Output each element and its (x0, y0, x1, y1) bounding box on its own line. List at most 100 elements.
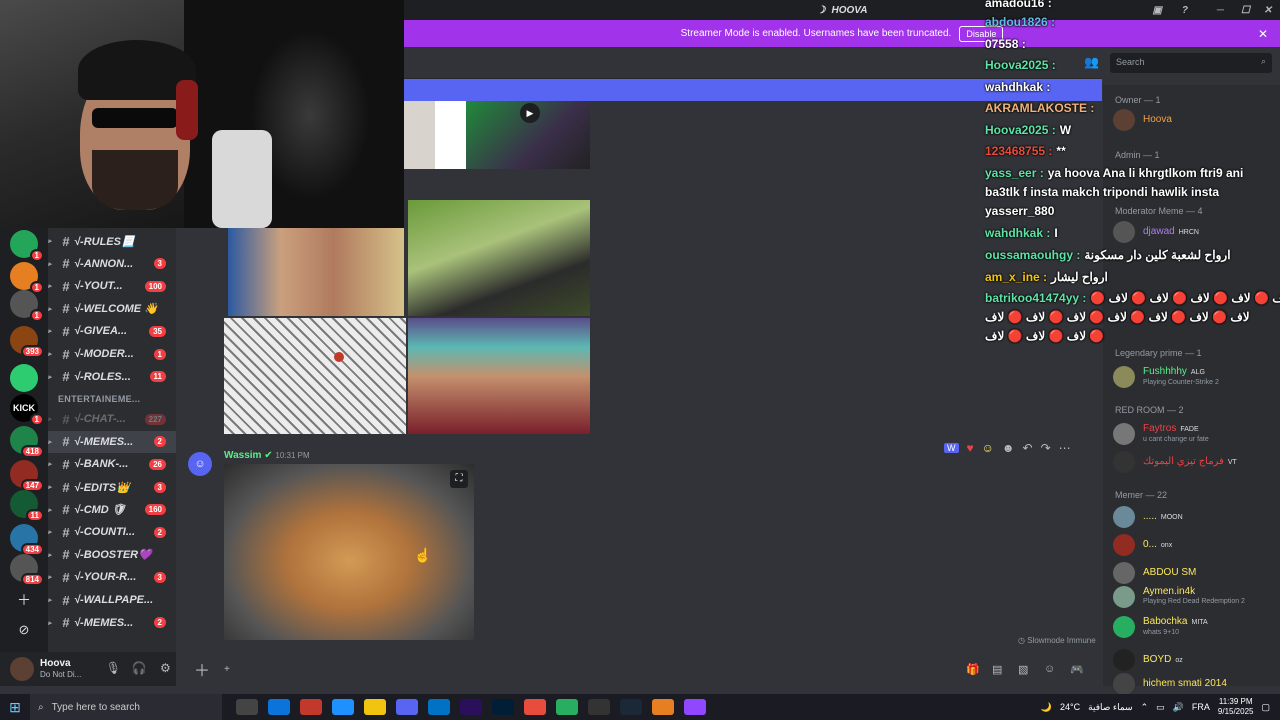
member-item[interactable]: فرماج تيزي اليموتك VT (1113, 450, 1278, 474)
maximize-button[interactable]: ☐ (1241, 5, 1250, 16)
network-icon[interactable]: ▭ (1156, 702, 1165, 713)
twitch-icon[interactable] (684, 699, 706, 715)
chevron-right-icon[interactable]: ▸ (48, 506, 58, 514)
attached-image-person[interactable] (408, 200, 590, 316)
attached-image-main[interactable]: ⛶ (224, 464, 474, 640)
user-name[interactable]: Hoova (40, 658, 81, 669)
channel-item[interactable]: ▸ # √-COUNTI... 2 (48, 521, 176, 543)
member-item[interactable]: Hoova (1113, 108, 1278, 132)
add-server-icon[interactable]: ＋ (14, 590, 34, 610)
channel-item[interactable]: ▸ # √-MODER... 1 (48, 343, 176, 365)
attached-image-top-right[interactable]: ▶ (466, 101, 590, 169)
steam-icon[interactable] (620, 699, 642, 715)
premiere-icon[interactable] (460, 699, 482, 715)
more-icon[interactable]: ⋯ (1059, 441, 1071, 455)
microphone-icon[interactable]: 🎙 (105, 661, 121, 677)
chevron-right-icon[interactable]: ▸ (48, 237, 58, 245)
discord-taskbar-icon[interactable] (396, 699, 418, 715)
taskbar-search[interactable]: ⌕ Type here to search (30, 694, 222, 720)
close-icon[interactable]: ✕ (1258, 27, 1268, 41)
gift-icon[interactable]: 🎁 (966, 663, 980, 676)
attached-image-face[interactable] (228, 228, 404, 316)
sticker-icon[interactable]: ▧ (1018, 663, 1028, 676)
server-icon[interactable]: KICK 1 (10, 394, 44, 426)
channel-item[interactable]: ▸ # √-CHAT-... 227 (48, 408, 176, 430)
chevron-right-icon[interactable]: ▸ (48, 373, 58, 381)
member-item[interactable]: ABDOU SM (1113, 561, 1278, 585)
channel-item[interactable]: ▸ # √-YOUT... 100 (48, 275, 176, 297)
chevron-right-icon[interactable]: ▸ (48, 460, 58, 468)
server-icon[interactable]: 11 (10, 490, 44, 522)
channel-item[interactable]: ▸ # √-EDITS👑 3 (48, 476, 176, 498)
tray-expand-icon[interactable]: ⌃ (1141, 702, 1149, 713)
chevron-right-icon[interactable]: ▸ (48, 528, 58, 536)
member-item[interactable]: Babochka MITA whats 9+10 (1113, 615, 1278, 639)
author-avatar[interactable]: ☺ (188, 452, 212, 476)
category-header[interactable]: ENTERTAINEME... (58, 394, 140, 404)
headphones-icon[interactable]: 🎧 (131, 661, 147, 677)
chevron-right-icon[interactable]: ▸ (48, 483, 58, 491)
chevron-right-icon[interactable]: ▸ (48, 619, 58, 627)
heart-reaction-icon[interactable]: ♥ (967, 441, 974, 455)
channel-item[interactable]: ▸ # √-CMD 🛡 160 (48, 499, 176, 521)
server-icon[interactable]: 814 (10, 554, 44, 586)
channel-item[interactable]: ▸ # √-BANK-... 26 (48, 453, 176, 475)
message-author[interactable]: Wassim (224, 450, 261, 461)
outlook-icon[interactable] (428, 699, 450, 715)
inbox-icon[interactable]: ▣ (1153, 5, 1162, 16)
channel-item[interactable]: ▸ # √-MEMES... 2 (48, 612, 176, 634)
chevron-right-icon[interactable]: ▸ (48, 596, 58, 604)
server-icon[interactable]: 393 (10, 326, 44, 358)
channel-item[interactable]: ▸ # √-WELCOME 👋 (48, 298, 176, 320)
close-button[interactable]: ✕ (1264, 5, 1272, 16)
member-item[interactable]: ..... MOON (1113, 505, 1278, 529)
aimp-icon[interactable] (652, 699, 674, 715)
forward-icon[interactable]: ↷ (1041, 441, 1051, 455)
expand-icon[interactable]: ⛶ (450, 470, 468, 488)
apps-icon[interactable]: 🎮 (1070, 663, 1084, 676)
chevron-right-icon[interactable]: ▸ (48, 327, 58, 335)
acrobat-icon[interactable] (300, 699, 322, 715)
channel-item[interactable]: ▸ # √-ANNON... 3 (48, 253, 176, 275)
add-attachment-icon[interactable]: ＋ (194, 657, 210, 681)
gif-icon[interactable]: ▤ (992, 663, 1002, 676)
chevron-right-icon[interactable]: ▸ (48, 282, 58, 290)
member-item[interactable]: hichem smati 2014 (1113, 672, 1278, 696)
channel-item[interactable]: ▸ # √-WALLPAPE... (48, 589, 176, 611)
file-explorer-icon[interactable] (364, 699, 386, 715)
server-icon[interactable]: 434 (10, 524, 44, 556)
server-icon[interactable] (10, 364, 38, 392)
task-view-icon[interactable] (236, 699, 258, 715)
server-icon[interactable]: 1 (10, 230, 44, 262)
attached-image-top-left[interactable] (404, 101, 466, 169)
help-icon[interactable]: ? (1182, 5, 1188, 16)
w-reaction-icon[interactable]: W (944, 443, 959, 453)
discover-icon[interactable]: ⊘ (14, 622, 34, 642)
member-item[interactable]: 0... onx (1113, 533, 1278, 557)
member-item[interactable]: Fushhhhy ALG Playing Counter-Strike 2 (1113, 365, 1278, 389)
minimize-button[interactable]: ─ (1217, 5, 1224, 16)
photoshop-icon[interactable] (492, 699, 514, 715)
channel-item[interactable]: ▸ # √-MEMES... 2 (48, 430, 176, 453)
chevron-right-icon[interactable]: ▸ (48, 260, 58, 268)
weather-temp[interactable]: 24°C (1060, 702, 1080, 712)
user-avatar[interactable] (10, 657, 34, 681)
store-icon[interactable] (268, 699, 290, 715)
member-item[interactable]: Faytros FADE u cant change ur fate (1113, 422, 1278, 446)
member-item[interactable]: BOYD oz (1113, 648, 1278, 672)
attached-image-cap-man[interactable] (408, 318, 590, 434)
chevron-right-icon[interactable]: ▸ (48, 305, 58, 313)
server-icon[interactable]: 1 (10, 290, 44, 322)
channel-item[interactable]: ▸ # √-ROLES... 11 (48, 366, 176, 388)
server-icon[interactable]: 147 (10, 460, 44, 492)
app-icon[interactable] (556, 699, 578, 715)
member-item[interactable]: djawad HRCN (1113, 220, 1278, 244)
reply-icon[interactable]: ↶ (1023, 441, 1033, 455)
laugh-reaction-icon[interactable]: ☺ (982, 441, 994, 455)
emoji-icon[interactable]: ☺ (1044, 663, 1055, 675)
edge-icon[interactable] (332, 699, 354, 715)
windows-start-icon[interactable]: ⊞ (0, 699, 30, 716)
members-toggle-icon[interactable]: 👥 (1084, 55, 1099, 69)
chevron-right-icon[interactable]: ▸ (48, 551, 58, 559)
search-input[interactable]: Search ⌕ (1110, 53, 1272, 73)
